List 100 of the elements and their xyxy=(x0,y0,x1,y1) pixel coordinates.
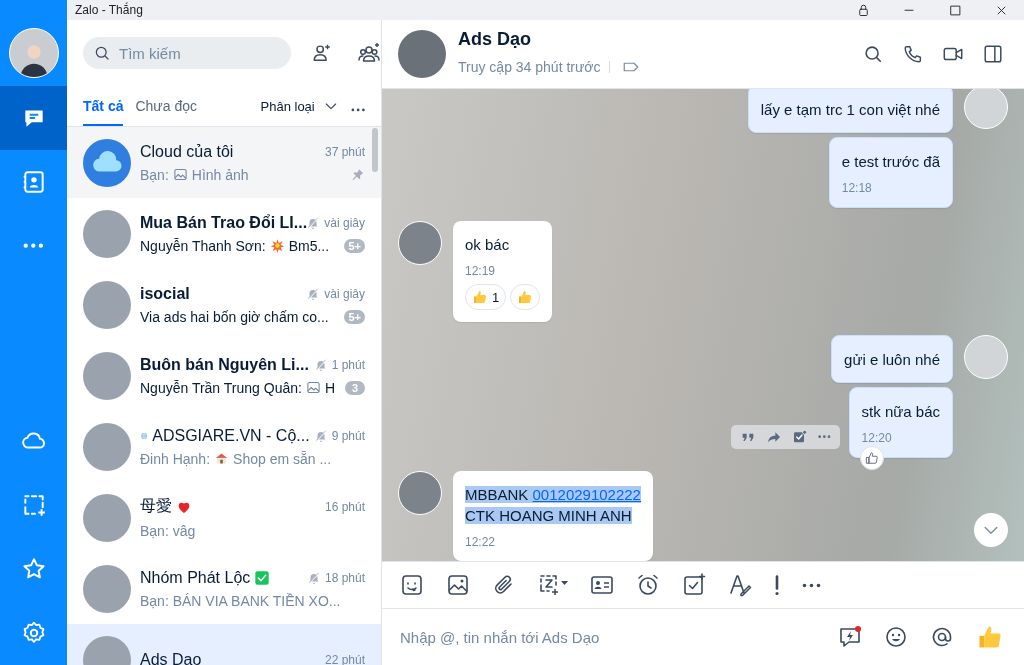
image-icon xyxy=(446,573,470,597)
message-preview: Hình ảnh xyxy=(191,166,249,183)
smiley-icon xyxy=(884,625,908,649)
message-time: 12:22 xyxy=(465,535,497,549)
conversation-time: 9 phút xyxy=(331,428,365,443)
avatar-placeholder xyxy=(83,493,131,542)
message-time: 12:20 xyxy=(861,431,893,445)
side-panel-icon xyxy=(982,43,1004,65)
add-group-icon xyxy=(357,41,381,65)
minimize-icon xyxy=(904,8,914,12)
phone-icon xyxy=(902,43,924,65)
conversation-name: 母愛 xyxy=(140,496,172,516)
message-text: lấy e tạm trc 1 con việt nhé xyxy=(760,100,940,120)
contact-card-icon xyxy=(590,573,614,597)
search-icon xyxy=(862,43,884,65)
message-preview: Bạn: vâg xyxy=(140,523,196,539)
conversation-item[interactable]: Cloud của tôi 37 phút Bạn: Hình ảnh xyxy=(67,127,381,198)
lightning-bubble-icon xyxy=(838,625,862,649)
screenshot-icon xyxy=(538,573,568,597)
last-seen-status: Truy cập 34 phút trước xyxy=(458,58,601,75)
conversation-time: vài giây xyxy=(324,286,365,301)
cloud-avatar xyxy=(83,138,131,187)
maximize-icon xyxy=(947,2,963,18)
messages-button[interactable] xyxy=(0,86,67,150)
message-preview: Bạn: BÁN VIA BANK TIỀN XO... xyxy=(140,592,341,609)
message-text: stk nữa bác xyxy=(861,402,940,422)
message-preview: Via ads hai bốn giờ chấm co... xyxy=(140,308,329,325)
message-time: 12:19 xyxy=(465,264,497,278)
search-input[interactable]: Tìm kiếm xyxy=(117,43,281,63)
conversation-item[interactable]: Nhóm Phát Lộc 18 phút Bạn: BÁN VIA BANK TIỀN XO... xyxy=(67,553,381,624)
avatar-placeholder xyxy=(83,209,131,258)
burst-icon xyxy=(269,238,285,253)
conversation-name: isocial xyxy=(140,284,190,303)
important-button[interactable] xyxy=(772,572,782,598)
message-preview: Shop em sẵn ... xyxy=(233,450,332,467)
exclamation-icon xyxy=(774,574,780,596)
thumbs-up-icon xyxy=(517,289,534,305)
conversation-name: Nhóm Phát Lộc xyxy=(140,568,251,587)
dots-icon xyxy=(817,435,831,439)
unread-count: 3 xyxy=(345,380,365,395)
avatar-placeholder xyxy=(83,280,131,329)
image-icon xyxy=(305,380,321,395)
conversation-name: Buôn bán Nguyên Li... xyxy=(140,355,309,374)
conversation-name: Cloud của tôi xyxy=(140,142,234,161)
window-title: Zalo - Thắng xyxy=(75,3,144,17)
conversation-item[interactable]: isocial vài giây Via ads hai bốn giờ chấm co... 5+ xyxy=(67,269,381,340)
unread-count: 5+ xyxy=(344,309,365,324)
search-bar[interactable]: Tìm kiếm xyxy=(83,37,291,69)
conversation-time: 37 phút xyxy=(324,144,365,159)
reaction-count[interactable]: 1 xyxy=(465,284,507,310)
message-preview: H xyxy=(324,379,335,396)
contact-name: Ads Dạo xyxy=(458,28,532,50)
message-time: 12:18 xyxy=(841,181,873,195)
message-preview: Đinh Hạnh: xyxy=(140,450,211,467)
avatar-placeholder xyxy=(398,30,446,78)
message-preview: Bạn: xyxy=(140,166,169,183)
unread-count: 5+ xyxy=(344,238,365,253)
conversation-name: ADSGIARE.VN - Cộ... xyxy=(152,426,310,445)
conversation-time: 16 phút xyxy=(324,499,365,514)
checkmark-icon xyxy=(254,569,271,586)
message-preview: Bm5... xyxy=(288,237,330,254)
text-format-icon xyxy=(728,573,752,597)
house-icon xyxy=(214,451,230,466)
conversation-name: Ads Dao xyxy=(140,650,202,665)
message-input[interactable]: Nhập @, tin nhắn tới Ads Dạo xyxy=(398,627,820,647)
forward-arrow-icon xyxy=(765,429,782,445)
conversation-time: 18 phút xyxy=(324,570,365,585)
conversation-item[interactable]: 母愛 16 phút Bạn: vâg xyxy=(67,482,381,553)
dots-icon xyxy=(802,582,821,588)
checkbox-icon xyxy=(791,429,808,445)
message-preview: Nguyễn Thanh Sơn: xyxy=(140,237,266,254)
avatar-placeholder xyxy=(83,351,131,400)
conversation-name: Mua Bán Trao Đổi LI... xyxy=(140,213,308,232)
conversation-time: vài giây xyxy=(324,215,365,230)
message-text: MBBANK 0012029102222 CTK HOANG MINH ANH xyxy=(465,485,641,526)
thumbs-up-icon xyxy=(472,289,488,305)
message-text: e test trước đã xyxy=(841,152,940,172)
profile-avatar[interactable] xyxy=(8,28,59,78)
filter-tab[interactable]: Chưa đọc xyxy=(135,98,197,126)
thumbs-up-icon xyxy=(864,451,879,465)
sticker-icon xyxy=(400,573,424,597)
image-icon xyxy=(172,167,188,182)
avatar-placeholder xyxy=(83,422,131,471)
sort-dropdown[interactable]: Phân loại xyxy=(260,98,339,126)
dots-icon xyxy=(23,243,44,249)
conversation-item[interactable]: Buôn bán Nguyên Li... 1 phút Nguyễn Trần Trung Quân: H 3 xyxy=(67,340,381,411)
checkbox-plus-icon xyxy=(682,573,706,597)
avatar-placeholder xyxy=(83,564,131,613)
conversation-item[interactable]: Mua Bán Trao Đổi LI... vài giây Nguyễn Thanh Sơn: Bm5... 5+ xyxy=(67,198,381,269)
dots-icon xyxy=(350,108,365,112)
conversation-item[interactable]: ADSGIARE.VN - Cộ... 9 phút Đinh Hạnh: Shop em sẵn ... xyxy=(67,411,381,482)
add-person-icon xyxy=(311,42,333,64)
message-text: gửi e luôn nhé xyxy=(844,350,940,370)
alarm-clock-icon xyxy=(636,573,660,597)
scrollbar-thumb[interactable] xyxy=(372,128,378,172)
search-icon xyxy=(93,44,111,62)
like-button[interactable] xyxy=(859,446,884,470)
message-preview: Nguyễn Trần Trung Quân: xyxy=(140,379,302,396)
conversation-time: 1 phút xyxy=(331,357,365,372)
message-text: ok bác xyxy=(465,235,511,255)
